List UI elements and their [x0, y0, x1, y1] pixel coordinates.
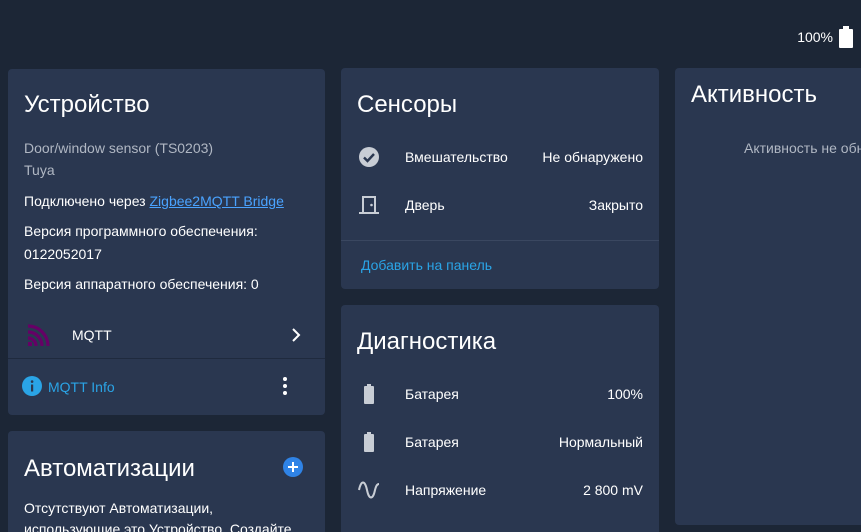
more-options-icon[interactable] — [280, 377, 290, 397]
mqtt-logo-icon — [26, 322, 52, 348]
activity-card: Активность Активность не обнаружена — [675, 68, 861, 525]
activity-card-title: Активность — [691, 81, 818, 108]
divider — [341, 240, 659, 241]
firmware-value: 0122052017 — [24, 246, 102, 262]
entity-name: Дверь — [405, 197, 445, 213]
entity-name: Напряжение — [405, 482, 487, 498]
top-bar: 100% — [0, 0, 861, 68]
entity-name: Батарея — [405, 434, 459, 450]
entity-name: Вмешательство — [405, 149, 508, 165]
divider — [8, 358, 325, 359]
door-closed-icon — [359, 196, 379, 214]
integration-label: MQTT — [72, 327, 112, 343]
info-icon — [22, 376, 42, 396]
diagnostics-card-title: Диагностика — [357, 328, 497, 355]
automations-card-title: Автоматизации — [24, 455, 195, 482]
entity-row-voltage[interactable]: Напряжение 2 800 mV — [341, 470, 659, 510]
battery-status: 100% — [797, 26, 853, 48]
add-automation-button[interactable] — [283, 457, 303, 477]
entity-row-battery-state[interactable]: Батарея Нормальный — [341, 422, 659, 462]
firmware-label: Версия программного обеспечения: — [24, 223, 258, 239]
automations-empty-text: Отсутствуют Автоматизации, использующие … — [24, 498, 309, 532]
chevron-right-icon — [292, 328, 301, 342]
entity-state: Закрыто — [588, 197, 643, 213]
device-manufacturer: Tuya — [24, 162, 55, 178]
connected-via-link[interactable]: Zigbee2MQTT Bridge — [150, 193, 284, 209]
battery-icon — [364, 384, 374, 404]
entity-state: 100% — [607, 386, 643, 402]
hardware-version: Версия аппаратного обеспечения: 0 — [24, 276, 259, 292]
automations-empty-line: Отсутствуют Автоматизации, — [24, 500, 214, 516]
diagnostics-card: Диагностика Батарея 100% Батарея Нормаль… — [341, 305, 659, 532]
activity-empty-text: Активность не обнаружена — [744, 140, 861, 156]
device-model: Door/window sensor (TS0203) — [24, 140, 214, 156]
connected-via: Подключено через Zigbee2MQTT Bridge — [24, 193, 284, 209]
entity-state: 2 800 mV — [583, 482, 643, 498]
device-info-card: Устройство Door/window sensor (TS0203) T… — [8, 69, 325, 415]
device-card-title: Устройство — [24, 91, 150, 118]
sine-wave-icon — [358, 481, 380, 499]
battery-level-text: 100% — [797, 29, 833, 45]
add-to-dashboard-button[interactable]: Добавить на панель — [361, 257, 492, 273]
automations-empty-line: использующие это Устройство. Создайте — [24, 521, 292, 532]
battery-icon — [364, 432, 374, 452]
sensors-card-title: Сенсоры — [357, 91, 458, 118]
entity-state: Нормальный — [558, 434, 643, 450]
connected-via-label: Подключено через — [24, 193, 150, 209]
integration-mqtt-row[interactable]: MQTT — [8, 313, 325, 357]
check-circle-icon — [359, 147, 379, 167]
sensors-card: Сенсоры Вмешательство Не обнаружено Двер… — [341, 68, 659, 289]
entity-state: Не обнаружено — [542, 149, 643, 165]
battery-full-icon — [839, 26, 853, 48]
entity-row-battery[interactable]: Батарея 100% — [341, 374, 659, 414]
entity-row-tamper[interactable]: Вмешательство Не обнаружено — [341, 137, 659, 177]
mqtt-info-link[interactable]: MQTT Info — [48, 379, 115, 395]
entity-row-door[interactable]: Дверь Закрыто — [341, 185, 659, 225]
mqtt-info-row: MQTT Info — [8, 369, 325, 405]
entity-name: Батарея — [405, 386, 459, 402]
automations-card: Автоматизации Отсутствуют Автоматизации,… — [8, 431, 325, 532]
